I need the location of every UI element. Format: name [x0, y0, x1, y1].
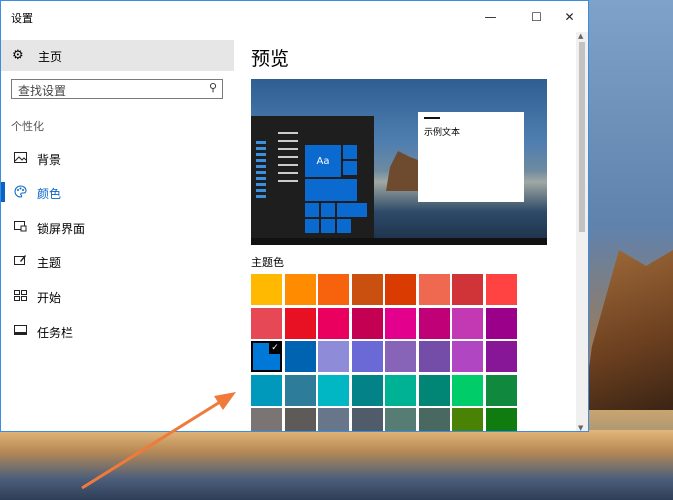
preview-taskbar	[251, 238, 547, 245]
color-swatch[interactable]	[351, 408, 383, 431]
sidebar-item-background[interactable]: 背景	[1, 143, 234, 173]
minimize-button[interactable]: —	[471, 1, 510, 32]
page-title: 预览	[251, 48, 290, 70]
picture-icon	[13, 150, 27, 164]
sidebar-item-colors[interactable]: 颜色	[1, 177, 234, 207]
sidebar-item-taskbar[interactable]: 任务栏	[1, 316, 234, 346]
close-button[interactable]: ✕	[550, 1, 588, 32]
window-title: 设置	[11, 12, 33, 25]
color-swatch[interactable]	[452, 408, 483, 431]
preview-tile	[321, 219, 335, 233]
color-swatch[interactable]	[251, 307, 282, 339]
color-swatch[interactable]	[485, 341, 517, 372]
color-swatch[interactable]	[485, 374, 517, 406]
preview-tile	[343, 145, 357, 159]
color-swatch[interactable]	[284, 408, 316, 431]
home-label: 主页	[38, 50, 63, 64]
color-swatch[interactable]	[385, 341, 416, 372]
color-swatch[interactable]	[318, 408, 349, 431]
preview-tile	[305, 179, 357, 201]
preview-tile	[305, 203, 319, 217]
color-swatch[interactable]	[351, 274, 383, 305]
sidebar-item-label: 锁屏界面	[37, 222, 86, 236]
preview-tile	[343, 161, 357, 175]
sidebar-item-label: 颜色	[37, 187, 62, 201]
color-swatch[interactable]	[418, 274, 450, 305]
search-placeholder: 查找设置	[18, 84, 67, 98]
preview-tile: Aa	[305, 145, 341, 177]
theme-color-label: 主题色	[251, 256, 284, 269]
color-swatch[interactable]	[318, 307, 349, 339]
desktop-water	[0, 430, 673, 500]
sidebar-item-start[interactable]: 开始	[1, 281, 234, 311]
color-swatch[interactable]	[485, 274, 517, 305]
color-swatch[interactable]	[418, 307, 450, 339]
preview-menu-lines	[278, 126, 298, 188]
title-bar[interactable]: 设置 — ☐ ✕	[1, 1, 588, 32]
color-swatch[interactable]	[351, 374, 383, 406]
color-swatch[interactable]	[418, 341, 450, 372]
preview-window: 示例文本	[418, 112, 524, 202]
color-swatch[interactable]	[452, 341, 483, 372]
color-swatch[interactable]	[251, 408, 282, 431]
scrollbar[interactable]: ▲ ▼	[576, 32, 588, 431]
theme-icon	[13, 253, 27, 267]
color-swatch[interactable]	[351, 341, 383, 372]
color-swatch[interactable]	[452, 307, 483, 339]
scroll-down-arrow[interactable]: ▼	[578, 424, 583, 431]
preview-tile	[305, 219, 319, 233]
color-swatch[interactable]	[284, 341, 316, 372]
theme-preview: Aa 示例文本	[251, 79, 547, 245]
color-swatch[interactable]	[251, 374, 282, 406]
sidebar-item-lockscreen[interactable]: 锁屏界面	[1, 212, 234, 242]
start-icon	[13, 288, 27, 302]
color-swatch[interactable]	[284, 274, 316, 305]
color-swatch[interactable]	[251, 274, 282, 305]
color-swatch[interactable]	[385, 307, 416, 339]
search-icon[interactable]: ⚲	[209, 81, 217, 94]
color-swatch[interactable]	[452, 274, 483, 305]
sidebar-item-label: 任务栏	[37, 326, 74, 340]
color-swatch[interactable]	[485, 307, 517, 339]
palette-icon	[13, 184, 27, 198]
color-swatch[interactable]	[284, 374, 316, 406]
color-swatch[interactable]	[418, 374, 450, 406]
color-swatch[interactable]: ✓	[251, 341, 282, 372]
color-swatch[interactable]	[351, 307, 383, 339]
main-content: 预览 Aa 示例文本 主题色 ✓	[234, 32, 588, 431]
taskbar-icon	[13, 323, 27, 337]
sidebar-item-label: 开始	[37, 291, 62, 305]
preview-tile	[321, 203, 335, 217]
search-box[interactable]: 查找设置 ⚲	[11, 79, 223, 99]
color-swatch[interactable]	[485, 408, 517, 431]
preview-sample-text: 示例文本	[424, 128, 461, 138]
preview-start-strip	[256, 138, 270, 218]
sidebar: ⚙ 主页 查找设置 ⚲ 个性化 背景 颜色 锁屏界面 主题 开始 任务栏	[1, 32, 234, 431]
color-swatch[interactable]	[318, 274, 349, 305]
scrollbar-thumb[interactable]	[579, 42, 585, 232]
active-indicator	[1, 182, 5, 202]
sidebar-item-label: 背景	[37, 153, 62, 167]
color-swatch[interactable]	[318, 341, 349, 372]
checkmark-icon: ✓	[269, 342, 281, 354]
sidebar-item-themes[interactable]: 主题	[1, 246, 234, 276]
home-button[interactable]: ⚙ 主页	[1, 40, 234, 71]
lockscreen-icon	[13, 219, 27, 233]
color-swatch[interactable]	[418, 408, 450, 431]
color-swatch[interactable]	[284, 307, 316, 339]
color-swatch[interactable]	[385, 408, 416, 431]
color-swatch[interactable]	[385, 374, 416, 406]
settings-window: 设置 — ☐ ✕ ⚙ 主页 查找设置 ⚲ 个性化 背景 颜色 锁屏界面 主题 开…	[0, 0, 589, 432]
color-swatch[interactable]	[452, 374, 483, 406]
preview-tile	[337, 203, 367, 217]
color-swatch[interactable]	[385, 274, 416, 305]
preview-window-line	[424, 117, 440, 119]
scroll-up-arrow[interactable]: ▲	[578, 32, 583, 40]
sidebar-item-label: 主题	[37, 256, 62, 270]
preview-tile	[337, 219, 351, 233]
gear-icon: ⚙	[12, 48, 24, 63]
section-label: 个性化	[11, 120, 44, 133]
preview-start-menu: Aa	[251, 116, 374, 245]
color-swatch[interactable]	[318, 374, 349, 406]
